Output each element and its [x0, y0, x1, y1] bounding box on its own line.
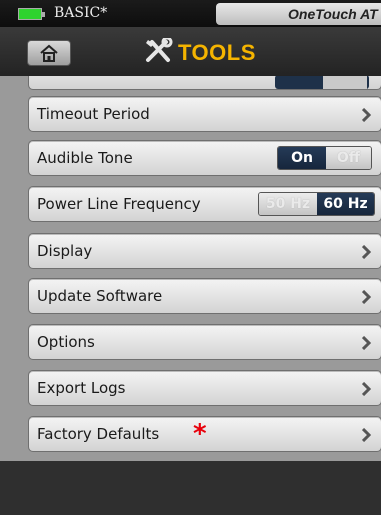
power-line-frequency-toggle[interactable]: 50 Hz 60 Hz: [258, 192, 375, 216]
tools-icon: [146, 38, 173, 62]
chevron-right-icon: [362, 428, 371, 442]
device-tab[interactable]: OneTouch AT: [216, 3, 381, 25]
options-label: Options: [37, 333, 95, 351]
export-logs-row[interactable]: Export Logs: [28, 370, 381, 406]
power-line-frequency-label: Power Line Frequency: [37, 195, 201, 213]
battery-icon: [18, 8, 45, 20]
partial-toggle[interactable]: [275, 76, 369, 89]
chevron-right-icon: [362, 382, 371, 396]
factory-defaults-label: Factory Defaults: [37, 425, 160, 443]
chevron-right-icon: [362, 290, 371, 304]
status-bar: BASIC* OneTouch AT: [0, 0, 381, 27]
display-label: Display: [37, 242, 93, 260]
bottom-bar: [0, 461, 381, 515]
freq-60hz-option[interactable]: 60 Hz: [317, 193, 374, 215]
device-name: OneTouch AT: [288, 6, 378, 22]
update-software-label: Update Software: [37, 287, 163, 305]
home-button[interactable]: [27, 40, 71, 66]
settings-list[interactable]: Timeout Period Audible Tone On Off Power…: [0, 76, 381, 461]
title-bar: TOOLS: [0, 27, 381, 77]
chevron-right-icon: [362, 245, 371, 259]
export-logs-label: Export Logs: [37, 379, 126, 397]
update-software-row[interactable]: Update Software: [28, 278, 381, 314]
tone-off-option[interactable]: Off: [326, 147, 371, 169]
timeout-period-row[interactable]: Timeout Period: [28, 96, 381, 132]
list-item-partial[interactable]: [28, 76, 381, 90]
required-marker: *: [193, 419, 207, 449]
factory-defaults-row[interactable]: Factory Defaults *: [28, 416, 381, 452]
power-line-frequency-row[interactable]: Power Line Frequency 50 Hz 60 Hz: [28, 186, 381, 222]
audible-tone-label: Audible Tone: [37, 149, 133, 167]
audible-tone-row[interactable]: Audible Tone On Off: [28, 140, 381, 176]
freq-50hz-option[interactable]: 50 Hz: [259, 193, 317, 215]
home-icon: [40, 44, 58, 62]
chevron-right-icon: [362, 336, 371, 350]
chevron-right-icon: [362, 108, 371, 122]
display-row[interactable]: Display: [28, 233, 381, 269]
audible-tone-toggle[interactable]: On Off: [277, 146, 372, 170]
options-row[interactable]: Options: [28, 324, 381, 360]
tone-on-option[interactable]: On: [278, 147, 326, 169]
timeout-period-label: Timeout Period: [37, 105, 150, 123]
page-title: TOOLS: [178, 40, 256, 65]
profile-name: BASIC*: [54, 5, 108, 21]
